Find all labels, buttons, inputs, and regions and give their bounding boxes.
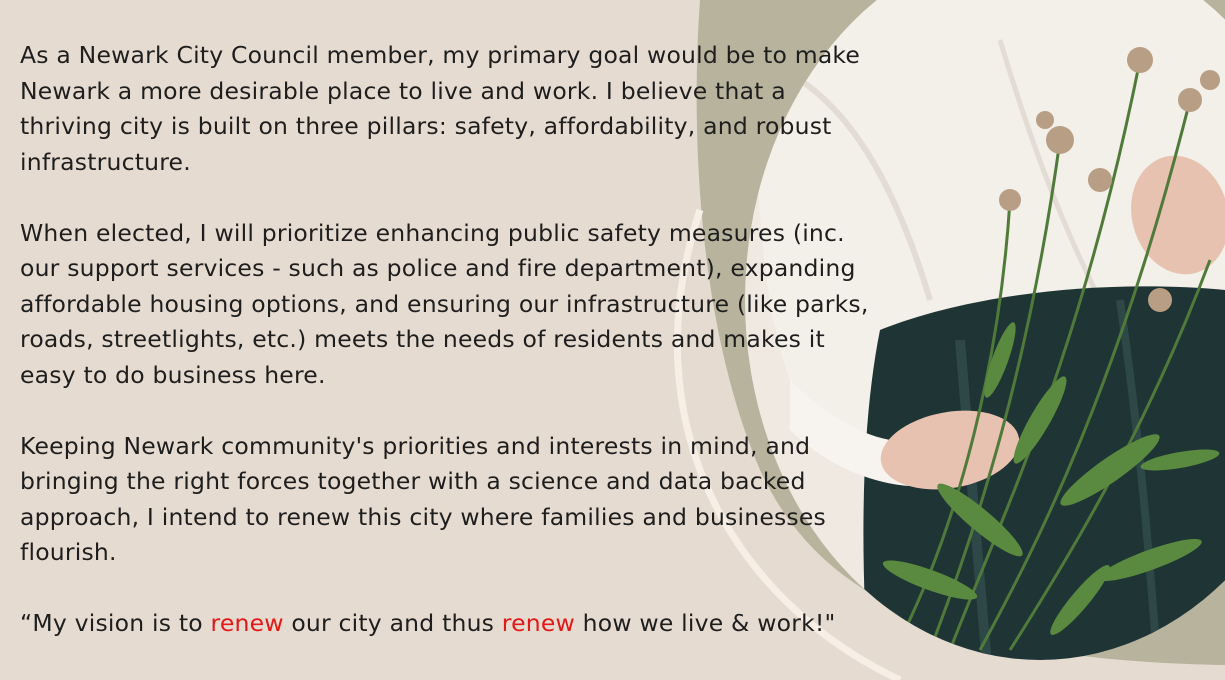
quote-highlight-renew-1: renew	[210, 609, 284, 637]
statement-text-block: As a Newark City Council member, my prim…	[20, 38, 880, 642]
quote-part-3: how we live & work!"	[574, 609, 836, 637]
quote-part-1: “My vision is to	[20, 609, 211, 637]
vision-quote: “My vision is to renew our city and thus…	[20, 606, 880, 642]
quote-part-2: our city and thus	[283, 609, 502, 637]
paragraph-approach: Keeping Newark community's priorities an…	[20, 431, 826, 567]
quote-highlight-renew-2: renew	[501, 609, 575, 637]
paragraph-priorities: When elected, I will prioritize enhancin…	[20, 218, 869, 389]
paragraph-goal: As a Newark City Council member, my prim…	[20, 41, 861, 176]
